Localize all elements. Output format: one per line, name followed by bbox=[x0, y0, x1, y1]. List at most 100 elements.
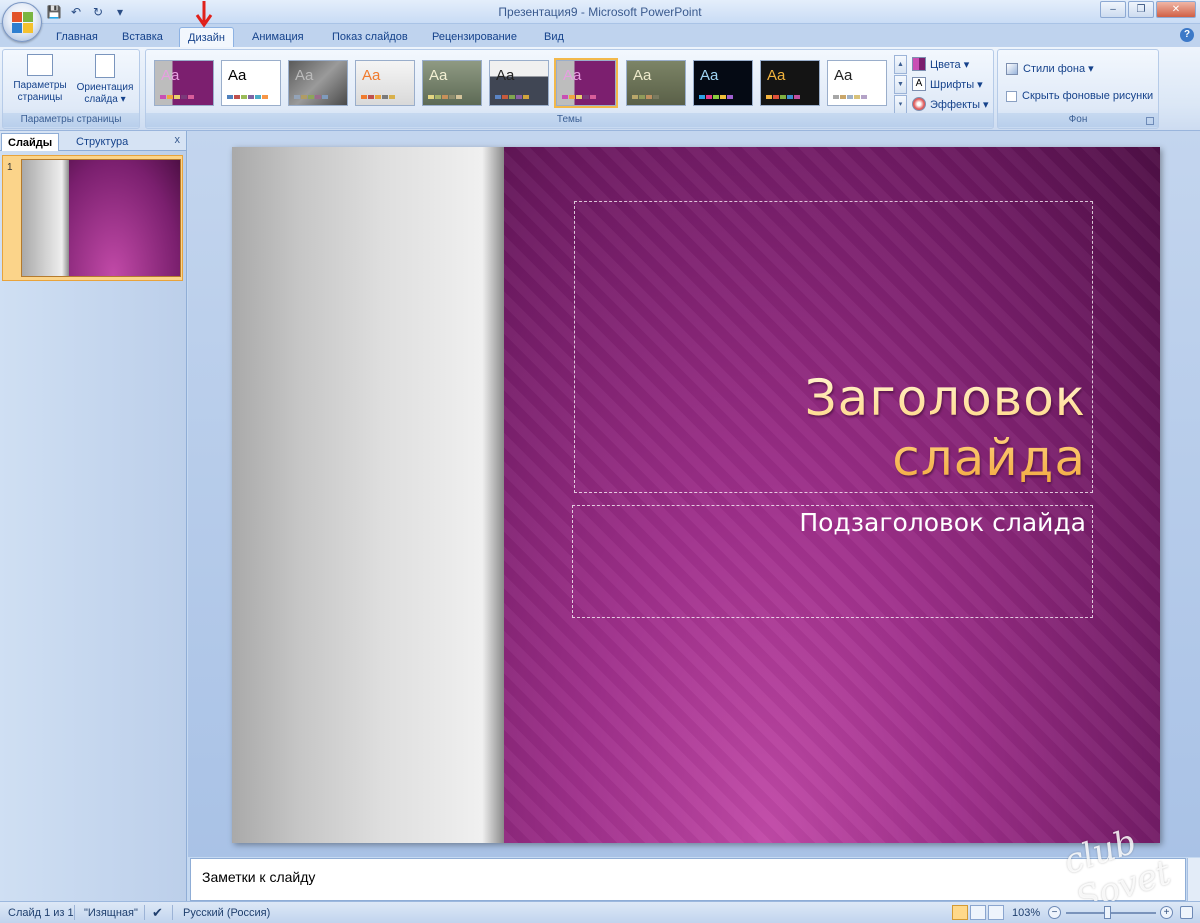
page-setup-button[interactable]: Параметры страницы bbox=[7, 54, 73, 104]
tab-home[interactable]: Главная bbox=[48, 27, 106, 47]
hide-background-checkbox[interactable] bbox=[1006, 90, 1017, 102]
spelling-check-icon[interactable]: ✔ bbox=[152, 905, 163, 921]
zoom-slider-handle[interactable] bbox=[1104, 906, 1111, 919]
theme-sample-text: Aa bbox=[496, 67, 515, 84]
theme-sample-text: Aa bbox=[563, 67, 582, 84]
theme-color-bars bbox=[766, 95, 800, 99]
fonts-icon: A bbox=[912, 77, 926, 91]
fit-to-window-icon[interactable] bbox=[1180, 906, 1193, 919]
help-icon[interactable]: ? bbox=[1180, 28, 1194, 42]
theme-thumbnail-selected[interactable]: Aa bbox=[554, 58, 618, 108]
hide-background-label: Скрыть фоновые рисунки bbox=[1022, 90, 1154, 102]
themes-gallery: Aa Aa Aa Aa Aa Aa Aa Aa Aa Aa Aa bbox=[151, 55, 890, 108]
slide-thumbnail[interactable] bbox=[21, 159, 181, 277]
current-slide[interactable]: Заголовок слайда Подзаголовок слайда bbox=[232, 147, 1160, 843]
tab-design[interactable]: Дизайн bbox=[179, 27, 234, 47]
tab-slides[interactable]: Слайды bbox=[1, 133, 60, 151]
subtitle-placeholder[interactable]: Подзаголовок слайда bbox=[572, 505, 1093, 618]
zoom-slider[interactable] bbox=[1066, 912, 1156, 914]
window-title: Презентация9 - Microsoft PowerPoint bbox=[498, 5, 702, 19]
background-group-label: Фон bbox=[998, 113, 1158, 127]
theme-thumbnail[interactable]: Aa bbox=[760, 60, 820, 106]
theme-sample-text: Aa bbox=[295, 67, 314, 84]
effects-icon bbox=[912, 97, 926, 111]
theme-color-bars bbox=[562, 95, 596, 99]
theme-thumbnail[interactable]: Aa bbox=[154, 60, 214, 106]
tab-view[interactable]: Вид bbox=[536, 27, 572, 47]
theme-thumbnail[interactable]: Aa bbox=[489, 60, 549, 106]
zoom-out-icon[interactable]: − bbox=[1048, 906, 1061, 919]
ribbon-tabs: Главная Вставка Дизайн Анимация Показ сл… bbox=[0, 24, 1200, 47]
tab-review[interactable]: Рецензирование bbox=[424, 27, 525, 47]
theme-sample-text: Aa bbox=[161, 67, 180, 84]
slides-pane: Слайды Структура x 1 bbox=[0, 131, 187, 901]
theme-color-bars bbox=[294, 95, 328, 99]
theme-thumbnail[interactable]: Aa bbox=[693, 60, 753, 106]
theme-color-bars bbox=[632, 95, 659, 99]
restore-button[interactable]: ❐ bbox=[1128, 1, 1154, 18]
theme-thumbnail[interactable]: Aa bbox=[827, 60, 887, 106]
theme-colors-button[interactable]: Цвета ▾ bbox=[912, 54, 989, 74]
slide-orientation-button[interactable]: Ориентация слайда ▾ bbox=[71, 54, 139, 106]
zoom-in-icon[interactable]: + bbox=[1160, 906, 1173, 919]
theme-color-bars bbox=[227, 95, 268, 99]
slide-title: Заголовок слайда bbox=[805, 368, 1086, 488]
slide-title-line-1: Заголовок bbox=[804, 369, 1086, 427]
gallery-down-arrow-icon[interactable]: ▼ bbox=[894, 75, 907, 94]
slide-thumbnail-item[interactable]: 1 bbox=[2, 155, 183, 281]
page-setup-group-label: Параметры страницы bbox=[3, 113, 139, 127]
normal-view-icon[interactable] bbox=[952, 905, 968, 920]
thumbnail-gray-panel bbox=[22, 160, 69, 276]
background-styles-label: Стили фона ▾ bbox=[1023, 63, 1094, 75]
gallery-more-icon[interactable]: ▾ bbox=[894, 95, 907, 114]
theme-color-bars bbox=[428, 95, 462, 99]
theme-thumbnail[interactable]: Aa bbox=[355, 60, 415, 106]
tab-outline[interactable]: Структура bbox=[70, 133, 134, 151]
slide-editing-area: Заголовок слайда Подзаголовок слайда bbox=[188, 131, 1200, 857]
theme-thumbnail[interactable]: Aa bbox=[422, 60, 482, 106]
theme-thumbnail[interactable]: Aa bbox=[288, 60, 348, 106]
fonts-label: Шрифты ▾ bbox=[930, 78, 983, 91]
thumbnail-purple-panel bbox=[69, 160, 180, 276]
gallery-up-arrow-icon[interactable]: ▲ bbox=[894, 55, 907, 74]
view-buttons bbox=[952, 905, 1004, 920]
notes-pane[interactable]: Заметки к слайду bbox=[190, 858, 1186, 901]
slide-sorter-view-icon[interactable] bbox=[970, 905, 986, 920]
background-styles-icon bbox=[1006, 62, 1018, 75]
title-placeholder[interactable]: Заголовок слайда bbox=[574, 201, 1093, 493]
theme-fonts-button[interactable]: A Шрифты ▾ bbox=[912, 74, 989, 94]
minimize-button[interactable]: – bbox=[1100, 1, 1126, 18]
theme-options-list: Цвета ▾ A Шрифты ▾ Эффекты ▾ bbox=[912, 54, 989, 114]
theme-color-bars bbox=[833, 95, 867, 99]
theme-thumbnail[interactable]: Aa bbox=[626, 60, 686, 106]
theme-effects-button[interactable]: Эффекты ▾ bbox=[912, 94, 989, 114]
tab-animation[interactable]: Анимация bbox=[244, 27, 312, 47]
theme-color-bars bbox=[160, 95, 194, 99]
office-button[interactable] bbox=[2, 2, 42, 42]
status-separator bbox=[172, 905, 173, 920]
office-logo-icon bbox=[12, 12, 34, 34]
ribbon: Параметры страницы Ориентация слайда ▾ П… bbox=[0, 47, 1200, 131]
slide-subtitle: Подзаголовок слайда bbox=[799, 508, 1086, 537]
tab-slideshow[interactable]: Показ слайдов bbox=[324, 27, 416, 47]
themes-gallery-scroll: ▲ ▼ ▾ bbox=[894, 55, 907, 114]
language-status[interactable]: Русский (Россия) bbox=[183, 907, 270, 919]
theme-name-status[interactable]: "Изящная" bbox=[84, 907, 138, 919]
themes-group: Aa Aa Aa Aa Aa Aa Aa Aa Aa Aa Aa ▲ ▼ ▾ Ц… bbox=[145, 49, 994, 129]
zoom-level[interactable]: 103% bbox=[1012, 907, 1040, 919]
page-setup-label: Параметры страницы bbox=[13, 80, 67, 103]
background-styles-button[interactable]: Стили фона ▾ bbox=[1006, 62, 1094, 75]
theme-sample-text: Aa bbox=[767, 67, 786, 84]
slideshow-view-icon[interactable] bbox=[988, 905, 1004, 920]
background-group: Стили фона ▾ Скрыть фоновые рисунки Фон bbox=[997, 49, 1159, 129]
theme-thumbnail[interactable]: Aa bbox=[221, 60, 281, 106]
close-button[interactable]: ✕ bbox=[1156, 1, 1196, 18]
hide-background-graphics[interactable]: Скрыть фоновые рисунки bbox=[1006, 90, 1153, 102]
theme-color-bars bbox=[361, 95, 395, 99]
close-pane-icon[interactable]: x bbox=[175, 134, 181, 146]
theme-sample-text: Aa bbox=[362, 67, 381, 84]
slide-number: 1 bbox=[7, 162, 13, 173]
dialog-launcher-icon[interactable] bbox=[1146, 117, 1154, 125]
notes-placeholder: Заметки к слайду bbox=[202, 869, 316, 885]
tab-insert[interactable]: Вставка bbox=[114, 27, 171, 47]
